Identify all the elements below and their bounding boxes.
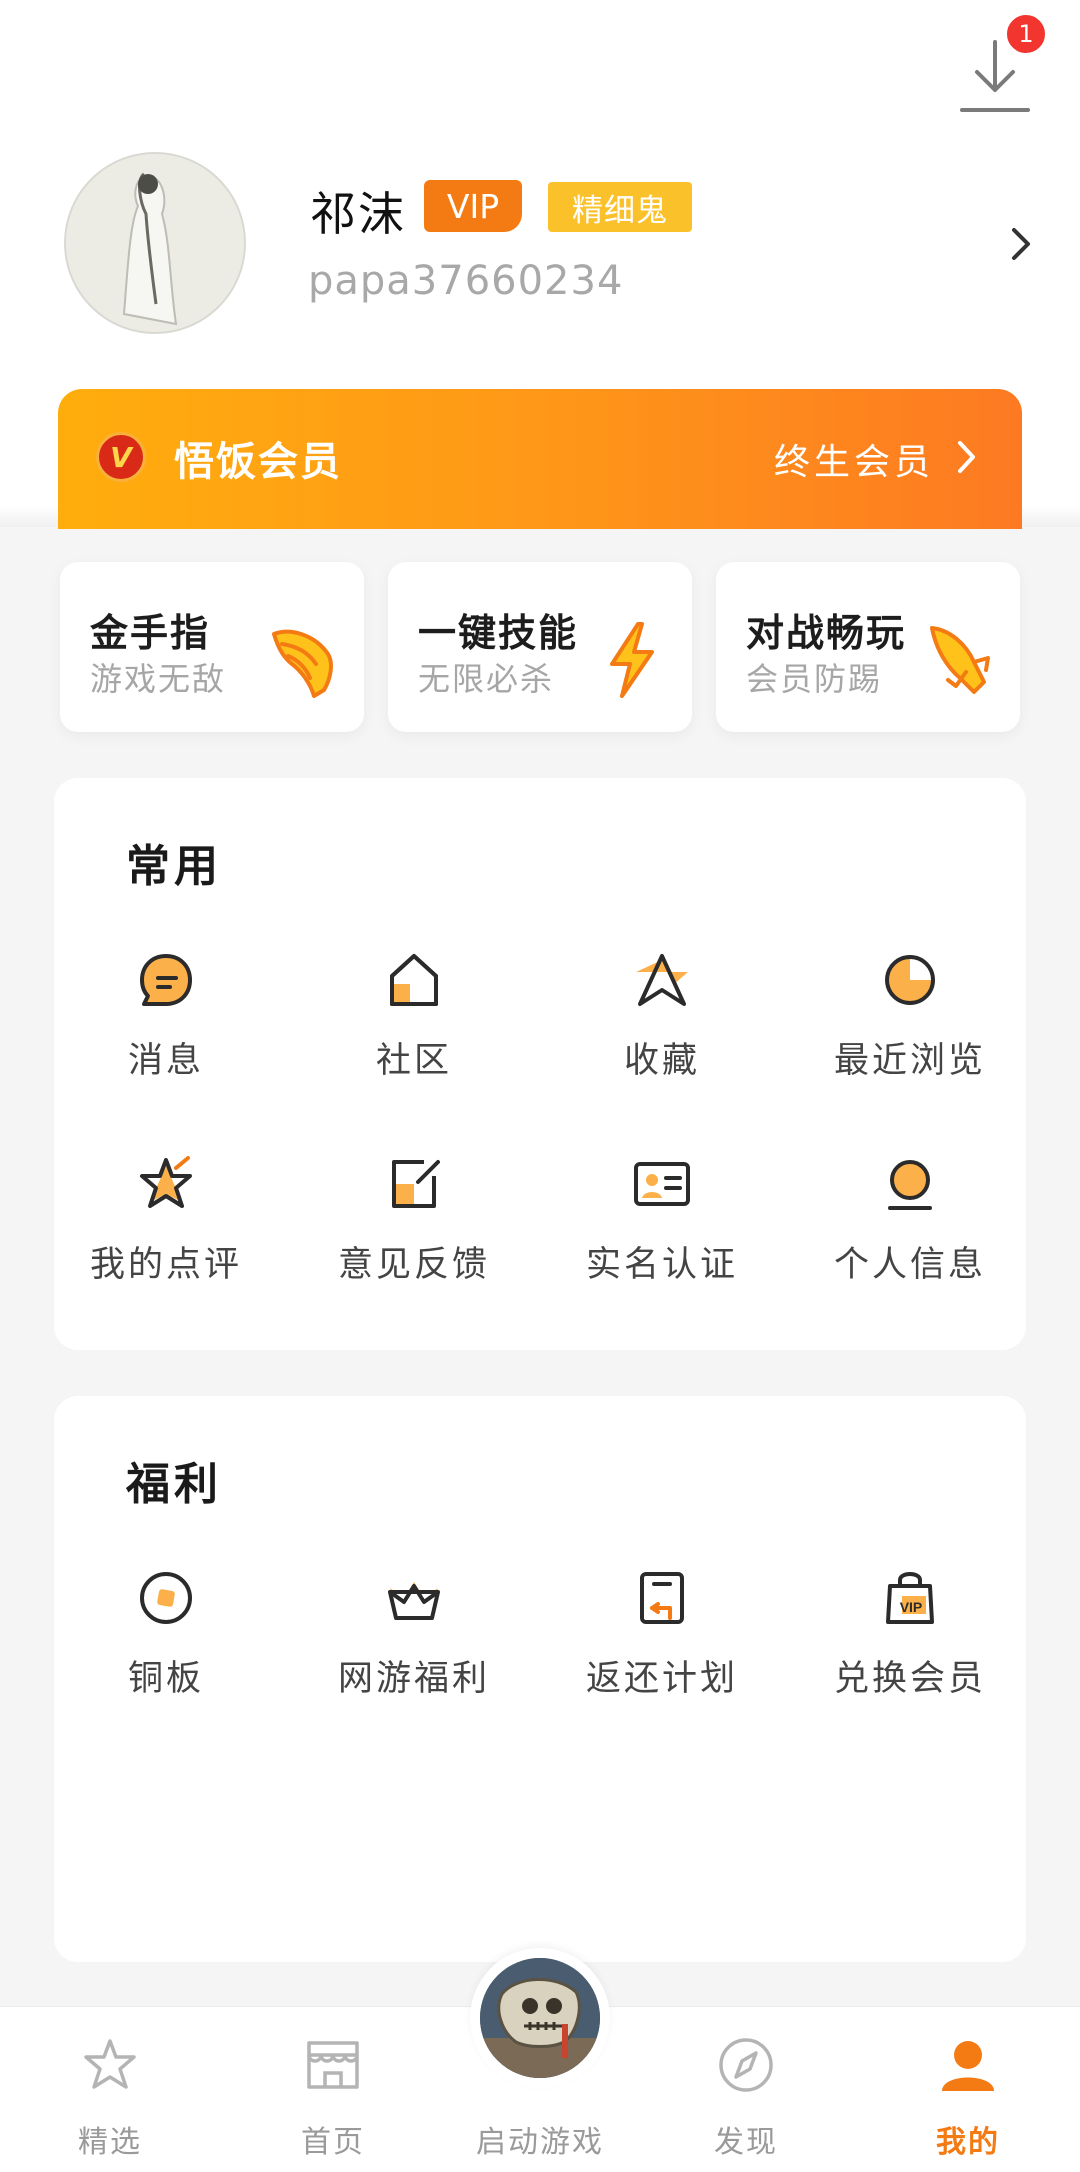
rocket-icon [930, 626, 990, 694]
compass-icon [719, 2038, 773, 2092]
grid-item-online-welfare[interactable]: 网游福利 [314, 1568, 514, 1718]
chevron-right-icon[interactable] [1006, 224, 1036, 264]
nav-item-discover[interactable]: 发现 [646, 2007, 846, 2172]
feature-subtitle: 游戏无敌 [90, 660, 227, 698]
avatar-image [66, 154, 244, 332]
game-cover-image [480, 1958, 600, 2078]
grid-item-redeem-vip[interactable]: VIP 兑换会员 [810, 1568, 1010, 1718]
grid-item-label: 消息 [127, 1041, 204, 1081]
grid-item-community[interactable]: 社区 [314, 950, 514, 1100]
feature-title: 金手指 [90, 611, 211, 655]
grid-item-label: 兑换会员 [833, 1659, 986, 1699]
nav-label: 首页 [301, 2125, 365, 2160]
grid-item-label: 铜板 [127, 1659, 204, 1699]
feedback-icon [392, 1160, 440, 1208]
membership-title: 悟饭会员 [174, 439, 342, 485]
id-card-icon [634, 1162, 690, 1206]
history-icon [885, 955, 935, 1005]
membership-banner[interactable]: V 悟饭会员 终生会员 [58, 389, 1022, 529]
welfare-section: 福利 铜板 网游福利 返还计划 VIP 兑换会员 [54, 1396, 1026, 1962]
grid-item-favorite[interactable]: 收藏 [562, 950, 762, 1100]
grid-item-profile[interactable]: 个人信息 [810, 1154, 1010, 1304]
nav-label: 发现 [714, 2125, 778, 2160]
feature-title: 一键技能 [418, 611, 579, 655]
feature-card-cheat[interactable]: 金手指 游戏无敌 [60, 562, 364, 732]
feature-title: 对战畅玩 [746, 611, 907, 655]
feature-card-battle[interactable]: 对战畅玩 会员防踢 [716, 562, 1020, 732]
feature-subtitle: 无限必杀 [418, 660, 555, 698]
store-icon [307, 2041, 359, 2089]
grid-item-review[interactable]: 我的点评 [66, 1154, 266, 1304]
profile-icon [888, 1160, 932, 1210]
lightning-icon [610, 622, 654, 698]
grid-item-label: 意见反馈 [337, 1245, 490, 1285]
level-badge: 精细鬼 [548, 182, 692, 232]
wing-icon [272, 629, 333, 698]
grid-item-refund-plan[interactable]: 返还计划 [562, 1568, 762, 1718]
grid-item-label: 社区 [375, 1041, 452, 1081]
chevron-right-icon [958, 441, 975, 473]
game-cover-icon[interactable] [480, 1958, 600, 2078]
grid-item-label: 我的点评 [89, 1245, 242, 1285]
membership-logo-icon: V [96, 432, 146, 482]
grid-item-label: 收藏 [623, 1041, 700, 1081]
review-icon [140, 1156, 192, 1208]
nav-label: 启动游戏 [476, 2125, 604, 2160]
grid-item-id-verify[interactable]: 实名认证 [562, 1154, 762, 1304]
grid-item-label: 实名认证 [585, 1245, 738, 1285]
grid-item-label: 个人信息 [833, 1245, 986, 1285]
notification-badge: 1 [1004, 12, 1048, 56]
feature-card-skill[interactable]: 一键技能 无限必杀 [388, 562, 692, 732]
grid-item-message[interactable]: 消息 [66, 950, 266, 1100]
vip-bag-icon: VIP [886, 1572, 934, 1624]
grid-item-coin[interactable]: 铜板 [66, 1568, 266, 1718]
coin-icon [140, 1572, 192, 1624]
star-icon [84, 2039, 136, 2089]
grid-item-feedback[interactable]: 意见反馈 [314, 1154, 514, 1304]
feature-subtitle: 会员防踢 [746, 660, 883, 698]
nav-item-mine[interactable]: 我的 [868, 2007, 1068, 2172]
grid-item-label: 最近浏览 [833, 1041, 986, 1081]
section-title: 常用 [126, 841, 222, 892]
message-icon [140, 954, 192, 1006]
membership-status: 终生会员 [773, 442, 934, 483]
crown-icon [388, 1582, 440, 1620]
nav-label: 我的 [936, 2125, 1000, 2160]
grid-item-history[interactable]: 最近浏览 [810, 950, 1010, 1100]
community-icon [390, 954, 438, 1006]
nav-item-home[interactable]: 首页 [233, 2007, 433, 2172]
grid-item-label: 网游福利 [337, 1659, 490, 1699]
common-section: 常用 消息 社区 收藏 最近浏览 我的点评 意见反馈 实名认证 个人信息 [54, 778, 1026, 1350]
username: 祁沫 [310, 187, 406, 241]
grid-item-label: 返还计划 [585, 1659, 738, 1699]
section-title: 福利 [126, 1459, 222, 1510]
nav-item-featured[interactable]: 精选 [10, 2007, 210, 2172]
favorite-icon [636, 954, 688, 1006]
vip-badge: VIP [424, 180, 522, 232]
user-icon [942, 2041, 994, 2091]
user-id: papa37660234 [308, 258, 624, 304]
nav-label: 精选 [78, 2125, 142, 2160]
avatar[interactable] [64, 152, 246, 334]
svg-text:VIP: VIP [900, 1599, 923, 1615]
refund-icon [640, 1572, 684, 1624]
